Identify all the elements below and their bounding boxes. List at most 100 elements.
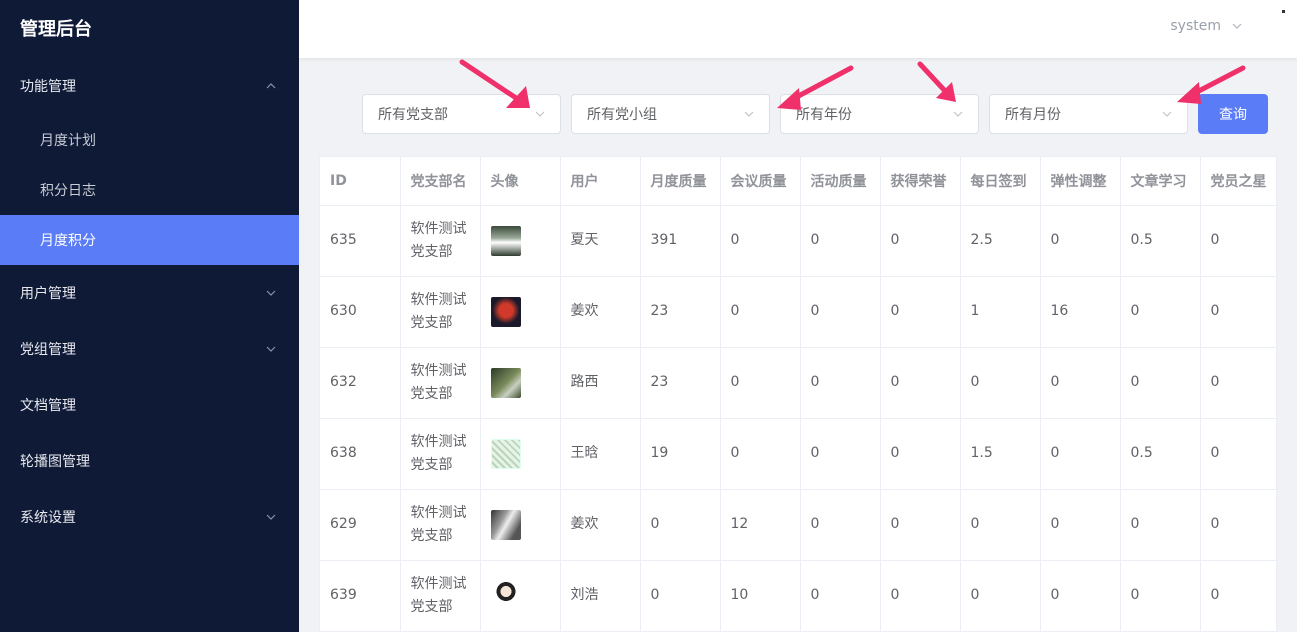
annotation-arrow — [459, 59, 530, 108]
sidebar-item-monthly-points[interactable]: 月度积分 — [0, 215, 299, 265]
menu-group-party-group-management[interactable]: 党组管理 — [0, 321, 299, 377]
table-cell: 0 — [960, 560, 1041, 632]
table-cell: 0 — [720, 205, 801, 277]
table-cell: 0 — [960, 489, 1041, 561]
chevron-down-icon — [1229, 18, 1245, 34]
table-cell: 路西 — [560, 347, 641, 419]
user-dropdown[interactable]: system — [1170, 18, 1245, 34]
avatar-cell — [480, 418, 561, 490]
col-header[interactable]: 党员之星 — [1200, 157, 1278, 206]
menu-group-label: 用户管理 — [20, 286, 76, 302]
table-cell: 0 — [880, 418, 961, 490]
menu-group-label: 党组管理 — [20, 342, 76, 358]
table-row[interactable]: 638 软件测试 党支部 王晗 19 0 0 0 1.5 0 0.5 0 — [320, 418, 1278, 490]
avatar — [490, 225, 521, 256]
table-cell: 0 — [1120, 560, 1201, 632]
table-cell: 0 — [1200, 347, 1278, 419]
table-cell: 632 — [320, 347, 401, 419]
table-cell: 639 — [320, 560, 401, 632]
table-cell: 软件测试 党支部 — [400, 276, 481, 348]
avatar — [490, 509, 521, 540]
group-select[interactable]: 所有党小组 — [571, 94, 770, 134]
col-header[interactable]: 头像 — [480, 157, 561, 206]
table-cell: 0 — [800, 347, 881, 419]
corner-dot — [1282, 10, 1285, 13]
avatar-cell — [480, 347, 561, 419]
group-select-value: 所有党小组 — [587, 107, 657, 123]
menu-item-carousel-management[interactable]: 轮播图管理 — [0, 433, 299, 489]
table-row[interactable]: 630 软件测试 党支部 姜欢 23 0 0 0 1 16 0 0 — [320, 276, 1278, 348]
table-cell: 0 — [1040, 560, 1121, 632]
col-header[interactable]: 月度质量 — [640, 157, 721, 206]
table-cell: 0 — [1200, 489, 1278, 561]
col-header[interactable]: 弹性调整 — [1040, 157, 1121, 206]
table-cell: 0 — [1200, 205, 1278, 277]
table-cell: 0 — [720, 418, 801, 490]
table-cell: 0 — [1040, 489, 1121, 561]
menu-group-function-management[interactable]: 功能管理 — [0, 57, 299, 115]
month-select-value: 所有月份 — [1005, 107, 1061, 123]
menu-item-label: 轮播图管理 — [20, 454, 90, 470]
avatar-cell — [480, 489, 561, 561]
col-header[interactable]: 党支部名 — [400, 157, 481, 206]
table-row[interactable]: 635 软件测试 党支部 夏天 391 0 0 0 2.5 0 0.5 0 — [320, 205, 1278, 277]
table-cell: 23 — [640, 276, 721, 348]
top-header: system — [299, 0, 1297, 58]
table-cell: 0 — [800, 560, 881, 632]
table-cell: 0 — [720, 347, 801, 419]
table-cell: 630 — [320, 276, 401, 348]
table-cell: 1.5 — [960, 418, 1041, 490]
col-header[interactable]: ID — [320, 157, 401, 206]
table-row[interactable]: 629 软件测试 党支部 姜欢 0 12 0 0 0 0 0 0 — [320, 489, 1278, 561]
table-cell: 0 — [1040, 205, 1121, 277]
col-header[interactable]: 会议质量 — [720, 157, 801, 206]
table-cell: 0 — [800, 276, 881, 348]
chevron-down-icon — [263, 341, 279, 357]
table-cell: 12 — [720, 489, 801, 561]
menu-item-document-management[interactable]: 文档管理 — [0, 377, 299, 433]
menu-item-label: 文档管理 — [20, 398, 76, 414]
menu-group-label: 功能管理 — [20, 79, 76, 95]
table-cell: 0 — [960, 347, 1041, 419]
col-header[interactable]: 获得荣誉 — [880, 157, 961, 206]
table-header-row: ID 党支部名 头像 用户 月度质量 会议质量 活动质量 获得荣誉 每日签到 弹… — [320, 157, 1278, 206]
menu-group-label: 系统设置 — [20, 510, 76, 526]
col-header[interactable]: 用户 — [560, 157, 641, 206]
sidebar-item-points-log[interactable]: 积分日志 — [0, 165, 299, 215]
table-cell: 16 — [1040, 276, 1121, 348]
username: system — [1170, 18, 1221, 34]
table-cell: 10 — [720, 560, 801, 632]
table-cell: 1 — [960, 276, 1041, 348]
table-cell: 王晗 — [560, 418, 641, 490]
table-cell: 0 — [880, 489, 961, 561]
table-cell: 0 — [640, 560, 721, 632]
col-header[interactable]: 文章学习 — [1120, 157, 1201, 206]
avatar-cell — [480, 276, 561, 348]
table-cell: 刘浩 — [560, 560, 641, 632]
sidebar-item-monthly-plan[interactable]: 月度计划 — [0, 115, 299, 165]
annotation-arrow — [777, 65, 854, 110]
avatar — [490, 296, 521, 327]
table-cell: 629 — [320, 489, 401, 561]
chevron-down-icon — [263, 509, 279, 525]
chevron-down-icon — [741, 106, 757, 122]
table-cell: 0 — [1200, 418, 1278, 490]
branch-select-value: 所有党支部 — [378, 107, 448, 123]
col-header[interactable]: 活动质量 — [800, 157, 881, 206]
month-select[interactable]: 所有月份 — [989, 94, 1188, 134]
avatar-cell — [480, 205, 561, 277]
menu-group-user-management[interactable]: 用户管理 — [0, 265, 299, 321]
avatar-cell — [480, 560, 561, 632]
table-cell: 0 — [1200, 560, 1278, 632]
table-row[interactable]: 639 软件测试 党支部 刘浩 0 10 0 0 0 0 0 0 — [320, 560, 1278, 632]
table-row[interactable]: 632 软件测试 党支部 路西 23 0 0 0 0 0 0 0 — [320, 347, 1278, 419]
table-cell: 0 — [1200, 276, 1278, 348]
table-cell: 软件测试 党支部 — [400, 560, 481, 632]
brand-title: 管理后台 — [20, 19, 92, 40]
table-cell: 姜欢 — [560, 276, 641, 348]
table-cell: 0 — [1040, 347, 1121, 419]
annotation-arrow — [1177, 65, 1246, 104]
chevron-up-icon — [263, 78, 279, 94]
col-header[interactable]: 每日签到 — [960, 157, 1041, 206]
menu-group-system-settings[interactable]: 系统设置 — [0, 489, 299, 545]
